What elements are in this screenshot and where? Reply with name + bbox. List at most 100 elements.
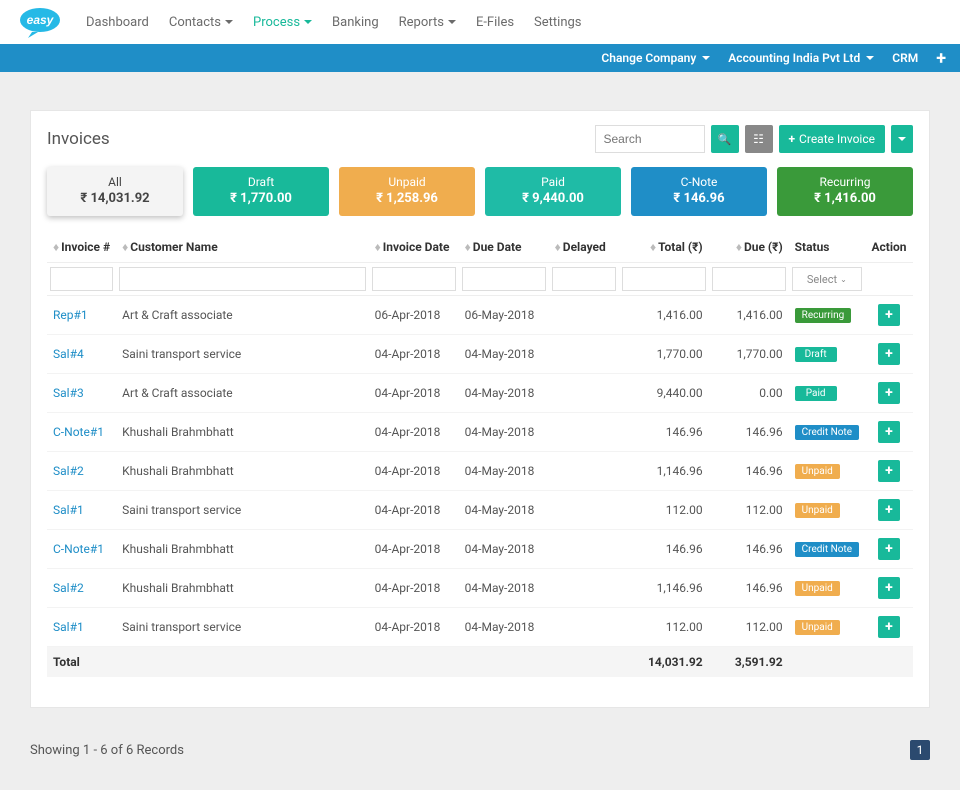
crm-link[interactable]: CRM xyxy=(892,51,918,65)
table-footer: Showing 1 - 6 of 6 Records 1 xyxy=(0,726,960,790)
filter-delayed[interactable] xyxy=(552,267,616,291)
total-due: 3,591.92 xyxy=(709,647,789,678)
create-invoice-dropdown[interactable] xyxy=(891,125,913,153)
row-action-button[interactable]: + xyxy=(878,616,900,638)
card-amount: ₹ 14,031.92 xyxy=(47,191,183,206)
cell-delayed xyxy=(549,413,619,452)
card-all[interactable]: All₹ 14,031.92 xyxy=(47,167,183,216)
table-row: Sal#2Khushali Brahmbhatt04-Apr-201804-Ma… xyxy=(47,569,913,608)
cell-total: 9,440.00 xyxy=(619,374,709,413)
search-input[interactable] xyxy=(595,125,705,153)
col-due-date[interactable]: ♦Due Date xyxy=(459,232,549,263)
col-due[interactable]: ♦Due (₹) xyxy=(709,232,789,263)
filter-total[interactable] xyxy=(622,267,706,291)
filter-invoice-date[interactable] xyxy=(372,267,456,291)
cell-due: 1,416.00 xyxy=(709,296,789,335)
top-nav: easy Dashboard Contacts Process Banking Repo… xyxy=(0,0,960,44)
invoice-link[interactable]: C-Note#1 xyxy=(53,542,104,556)
current-company-link[interactable]: Accounting India Pvt Ltd xyxy=(728,51,874,65)
row-action-button[interactable]: + xyxy=(878,343,900,365)
svg-text:easy: easy xyxy=(27,13,55,27)
filter-due-date[interactable] xyxy=(462,267,546,291)
add-icon[interactable]: + xyxy=(936,48,946,69)
cell-customer: Khushali Brahmbhatt xyxy=(116,413,369,452)
cell-due: 146.96 xyxy=(709,413,789,452)
card-cnote[interactable]: C-Note ₹ 146.96 xyxy=(631,167,767,216)
card-amount: ₹ 9,440.00 xyxy=(485,191,621,206)
cell-due-date: 04-May-2018 xyxy=(459,413,549,452)
cell-invoice-date: 04-Apr-2018 xyxy=(369,413,459,452)
nav-dashboard[interactable]: Dashboard xyxy=(86,15,149,30)
col-customer[interactable]: ♦Customer Name xyxy=(116,232,369,263)
col-total[interactable]: ♦Total (₹) xyxy=(619,232,709,263)
row-action-button[interactable]: + xyxy=(878,577,900,599)
filter-customer[interactable] xyxy=(119,267,366,291)
change-company-link[interactable]: Change Company xyxy=(601,51,710,65)
row-action-button[interactable]: + xyxy=(878,538,900,560)
nav-items: Dashboard Contacts Process Banking Reports E-… xyxy=(86,15,582,30)
page-body: Invoices +Create Invoice All₹ 14,031.92D… xyxy=(0,72,960,726)
invoice-link[interactable]: Sal#2 xyxy=(53,581,84,595)
grid-view-button[interactable] xyxy=(745,125,773,153)
cell-customer: Art & Craft associate xyxy=(116,374,369,413)
nav-e-files[interactable]: E-Files xyxy=(476,15,514,30)
card-draft[interactable]: Draft₹ 1,770.00 xyxy=(193,167,329,216)
row-action-button[interactable]: + xyxy=(878,499,900,521)
summary-cards: All₹ 14,031.92Draft₹ 1,770.00 Unpaid ₹ 1,2… xyxy=(47,167,913,216)
cell-total: 1,146.96 xyxy=(619,569,709,608)
row-action-button[interactable]: + xyxy=(878,382,900,404)
cell-due-date: 06-May-2018 xyxy=(459,296,549,335)
invoice-link[interactable]: Rep#1 xyxy=(53,308,88,322)
filter-status-select[interactable]: Select⌄ xyxy=(792,267,862,291)
invoice-link[interactable]: Sal#1 xyxy=(53,620,84,634)
table-row: C-Note#1 Khushali Brahmbhatt04-Apr-201804… xyxy=(47,413,913,452)
card-label: Unpaid xyxy=(339,175,475,189)
nav-contacts[interactable]: Contacts xyxy=(169,15,233,30)
search-button[interactable] xyxy=(711,125,739,153)
cell-due: 112.00 xyxy=(709,608,789,647)
col-invoice-date[interactable]: ♦Invoice Date xyxy=(369,232,459,263)
col-action: Action xyxy=(865,232,913,263)
cell-customer: Khushali Brahmbhatt xyxy=(116,530,369,569)
invoice-link[interactable]: Sal#1 xyxy=(53,503,84,517)
card-label: C-Note xyxy=(631,175,767,189)
invoice-link[interactable]: Sal#4 xyxy=(53,347,84,361)
table-row: Sal#1Saini transport service04-Apr-20180… xyxy=(47,491,913,530)
card-paid[interactable]: Paid₹ 9,440.00 xyxy=(485,167,621,216)
nav-banking[interactable]: Banking xyxy=(332,15,379,30)
card-unpaid[interactable]: Unpaid ₹ 1,258.96 xyxy=(339,167,475,216)
caret-down-icon xyxy=(866,56,874,60)
invoice-link[interactable]: Sal#2 xyxy=(53,464,84,478)
page-number[interactable]: 1 xyxy=(910,740,930,760)
filter-invoice-no[interactable] xyxy=(50,267,113,291)
cell-due-date: 04-May-2018 xyxy=(459,452,549,491)
create-invoice-button[interactable]: +Create Invoice xyxy=(779,125,886,153)
nav-settings[interactable]: Settings xyxy=(534,15,581,30)
status-badge: Credit Note xyxy=(795,542,859,557)
nav-process[interactable]: Process xyxy=(253,15,312,30)
row-action-button[interactable]: + xyxy=(878,460,900,482)
invoice-link[interactable]: Sal#3 xyxy=(53,386,84,400)
row-action-button[interactable]: + xyxy=(878,421,900,443)
cell-delayed xyxy=(549,296,619,335)
caret-down-icon xyxy=(702,56,710,60)
card-amount: ₹ 1,770.00 xyxy=(193,191,329,206)
filter-due[interactable] xyxy=(712,267,786,291)
col-invoice-no[interactable]: ♦Invoice # xyxy=(47,232,116,263)
company-bar: Change Company Accounting India Pvt Ltd … xyxy=(0,44,960,72)
card-amount: ₹ 146.96 xyxy=(631,191,767,206)
nav-reports[interactable]: Reports xyxy=(399,15,456,30)
cell-total: 112.00 xyxy=(619,608,709,647)
total-row: Total14,031.923,591.92 xyxy=(47,647,913,678)
col-delayed[interactable]: ♦Delayed xyxy=(549,232,619,263)
card-amount: ₹ 1,416.00 xyxy=(777,191,913,206)
cell-invoice-date: 06-Apr-2018 xyxy=(369,296,459,335)
col-status: Status xyxy=(789,232,865,263)
cell-delayed xyxy=(549,530,619,569)
card-recurring[interactable]: Recurring₹ 1,416.00 xyxy=(777,167,913,216)
row-action-button[interactable]: + xyxy=(878,304,900,326)
cell-invoice-date: 04-Apr-2018 xyxy=(369,374,459,413)
cell-due-date: 04-May-2018 xyxy=(459,374,549,413)
invoice-link[interactable]: C-Note#1 xyxy=(53,425,104,439)
card-amount: ₹ 1,258.96 xyxy=(339,191,475,206)
